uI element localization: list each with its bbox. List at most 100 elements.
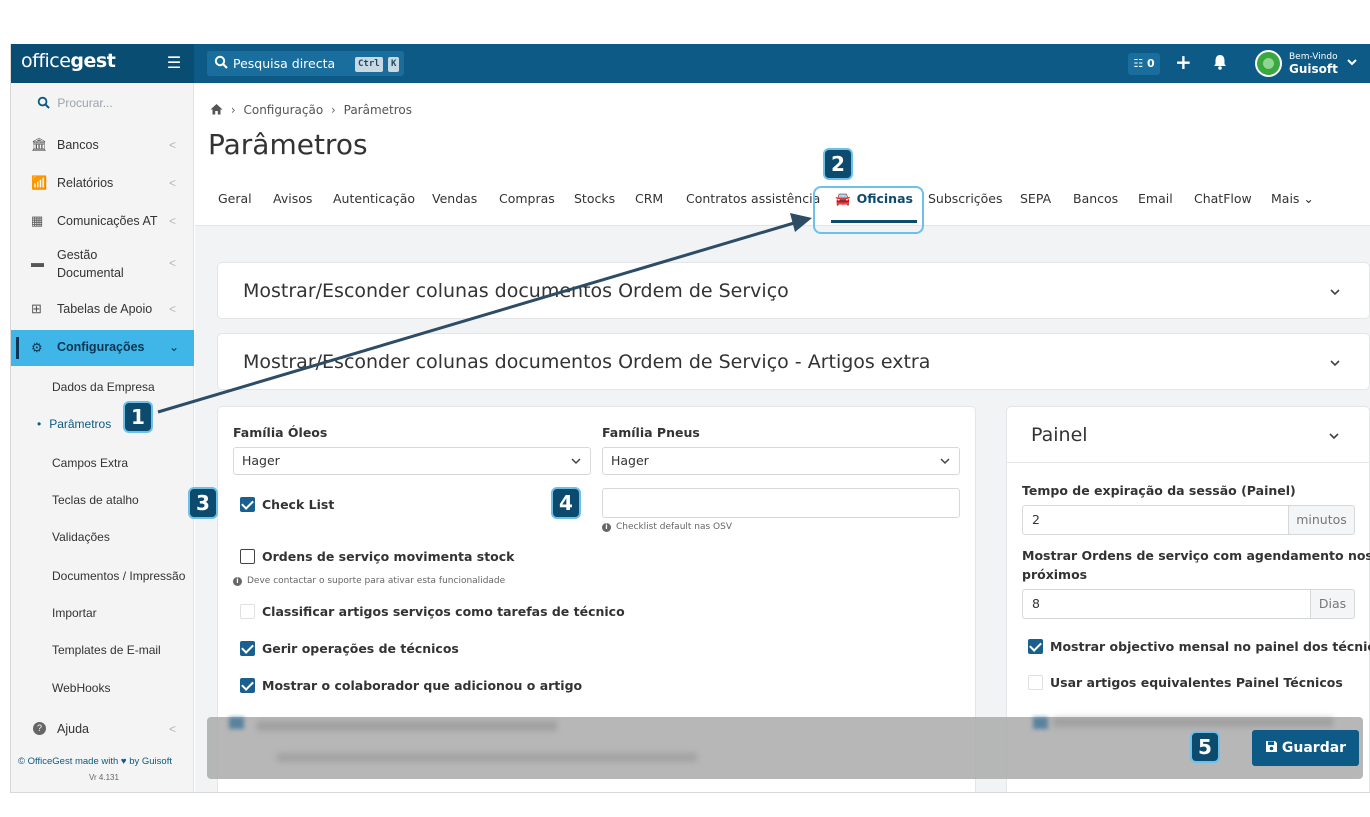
tab-avisos[interactable]: Avisos xyxy=(273,191,312,206)
checkbox-label: Check List xyxy=(262,497,335,512)
checkbox-label: Gerir operações de técnicos xyxy=(262,641,459,656)
tab-mais[interactable]: Mais ⌄ xyxy=(1271,191,1314,206)
checklist-default-input[interactable] xyxy=(602,488,960,518)
checkbox-unchecked[interactable] xyxy=(1028,675,1043,690)
quick-search-label: Pesquisa directa xyxy=(233,56,336,71)
user-name[interactable]: Guisoft xyxy=(1289,62,1338,76)
chevron-left-icon: < xyxy=(169,138,177,152)
familia-pneus-select[interactable]: Hager xyxy=(602,447,960,475)
save-button[interactable]: Guardar xyxy=(1252,730,1359,766)
tab-vendas[interactable]: Vendas xyxy=(432,191,477,206)
tab-chatflow[interactable]: ChatFlow xyxy=(1194,191,1252,206)
bank-icon: 🏛 xyxy=(31,137,48,152)
search-icon xyxy=(37,96,50,109)
sidebar-item-label: Configurações xyxy=(57,340,145,354)
card-title: Mostrar/Esconder colunas documentos Orde… xyxy=(243,280,789,302)
checkbox-label: Usar artigos equivalentes Painel Técnico… xyxy=(1050,675,1343,690)
sidebar-item-relatorios[interactable]: 📶 Relatórios < xyxy=(11,176,194,194)
familia-oleos-select[interactable]: Hager xyxy=(233,447,591,475)
chevron-left-icon: < xyxy=(169,722,177,736)
sidebar-item-comunicacoes-at[interactable]: ▦ Comunicações AT < xyxy=(11,214,194,232)
chevron-down-icon[interactable] xyxy=(1346,56,1358,68)
checkbox-unchecked[interactable] xyxy=(240,549,255,564)
blurred-text xyxy=(257,721,557,731)
tab-stocks[interactable]: Stocks xyxy=(574,191,615,206)
save-button-label: Guardar xyxy=(1281,740,1347,756)
tab-compras[interactable]: Compras xyxy=(499,191,555,206)
sidebar-search[interactable]: Procurar... xyxy=(37,96,113,110)
info-icon: i xyxy=(233,577,242,586)
plus-icon[interactable]: + xyxy=(1175,50,1192,74)
tasks-button[interactable]: ☷ 0 xyxy=(1128,53,1160,75)
sub-item-importar[interactable]: Importar xyxy=(52,606,97,620)
sidebar-item-bancos[interactable]: 🏛 Bancos < xyxy=(11,138,194,156)
sub-item-dados-empresa[interactable]: Dados da Empresa xyxy=(52,380,155,394)
blurred-text xyxy=(277,753,697,762)
tab-crm[interactable]: CRM xyxy=(635,191,663,206)
menu-icon[interactable]: ☰ xyxy=(165,54,183,72)
callout-1: 1 xyxy=(123,401,153,433)
sidebar: Procurar... 🏛 Bancos < 📶 Relatórios < ▦ … xyxy=(11,83,194,792)
breadcrumb-item[interactable]: Parâmetros xyxy=(344,103,412,117)
help-icon: ? xyxy=(33,722,46,735)
stock-help: i Deve contactar o suporte para ativar es… xyxy=(233,576,505,586)
sub-item-validacoes[interactable]: Validações xyxy=(52,530,110,544)
active-indicator xyxy=(16,337,19,359)
tab-bancos[interactable]: Bancos xyxy=(1073,191,1118,206)
floppy-disk-icon xyxy=(1265,741,1277,752)
chevron-down-icon[interactable] xyxy=(1327,429,1341,443)
sidebar-item-tabelas-de-apoio[interactable]: ⊞ Tabelas de Apoio < xyxy=(11,302,194,320)
tab-highlight-frame xyxy=(813,186,924,234)
tab-subscricoes[interactable]: Subscrições xyxy=(928,191,1003,206)
familia-pneus-label: Família Pneus xyxy=(602,425,700,440)
checkbox-checked[interactable] xyxy=(240,641,255,656)
callout-3: 3 xyxy=(188,487,218,519)
checkbox-checked[interactable] xyxy=(240,678,255,693)
breadcrumb: › Configuração › Parâmetros xyxy=(210,103,412,117)
sub-item-teclas-atalho[interactable]: Teclas de atalho xyxy=(52,493,139,507)
checklist-help: i Checklist default nas OSV xyxy=(602,522,732,532)
tempo-expiracao-input[interactable]: 2 xyxy=(1022,505,1289,535)
card-colunas-os-artigos-extra[interactable]: Mostrar/Esconder colunas documentos Orde… xyxy=(217,333,1370,390)
tempo-expiracao-unit: minutos xyxy=(1289,505,1355,535)
checkbox-unchecked[interactable] xyxy=(240,604,255,619)
agendamento-input[interactable]: 8 xyxy=(1022,589,1311,619)
familia-oleos-value: Hager xyxy=(242,453,280,468)
logo-text-office: office xyxy=(21,50,71,72)
sub-item-campos-extra[interactable]: Campos Extra xyxy=(52,456,128,470)
quick-search[interactable]: Pesquisa directa Ctrl K xyxy=(207,51,404,76)
chevron-down-icon[interactable] xyxy=(1328,356,1342,370)
avatar[interactable] xyxy=(1255,50,1282,77)
home-icon[interactable] xyxy=(210,103,223,115)
bell-icon[interactable] xyxy=(1212,53,1228,71)
top-bar: officegest ☰ Pesquisa directa Ctrl K ☷ 0… xyxy=(11,44,1370,83)
footer-credit: © OfficeGest made with ♥ by Guisoft xyxy=(18,756,172,767)
sub-item-templates-email[interactable]: Templates de E-mail xyxy=(52,643,161,657)
sidebar-item-gestao-documental[interactable]: ▬ Gestão Documental < xyxy=(11,248,194,284)
welcome-text: Bem-Vindo xyxy=(1289,52,1338,62)
checkbox-checked[interactable] xyxy=(1028,639,1043,654)
sub-item-parametros[interactable]: • Parâmetros xyxy=(37,417,111,431)
breadcrumb-separator: › xyxy=(330,103,336,117)
logo[interactable]: officegest xyxy=(21,50,116,72)
card-colunas-os[interactable]: Mostrar/Esconder colunas documentos Orde… xyxy=(217,262,1370,319)
blurred-checkbox xyxy=(1033,717,1048,729)
tab-contratos-assistencia[interactable]: Contratos assistência xyxy=(686,191,820,206)
checkbox-checked[interactable] xyxy=(240,497,255,512)
sidebar-item-ajuda[interactable]: ? Ajuda < xyxy=(11,722,194,740)
agendamento-unit: Dias xyxy=(1311,589,1355,619)
breadcrumb-item[interactable]: Configuração xyxy=(243,103,323,117)
chevron-left-icon: < xyxy=(169,214,177,228)
checkbox-label: Mostrar objectivo mensal no painel dos t… xyxy=(1050,639,1370,654)
chevron-down-icon[interactable] xyxy=(1328,285,1342,299)
card-title: Mostrar/Esconder colunas documentos Orde… xyxy=(243,351,931,373)
logo-text-gest: gest xyxy=(70,50,116,72)
callout-4: 4 xyxy=(551,487,581,519)
sidebar-item-configuracoes[interactable]: ⚙ Configurações ⌄ xyxy=(11,330,194,366)
tab-geral[interactable]: Geral xyxy=(218,191,252,206)
sub-item-documentos-impressao[interactable]: Documentos / Impressão xyxy=(52,569,185,583)
tab-email[interactable]: Email xyxy=(1138,191,1173,206)
tab-sepa[interactable]: SEPA xyxy=(1020,191,1051,206)
tab-autenticacao[interactable]: Autenticação xyxy=(333,191,415,206)
sub-item-webhooks[interactable]: WebHooks xyxy=(52,681,110,695)
